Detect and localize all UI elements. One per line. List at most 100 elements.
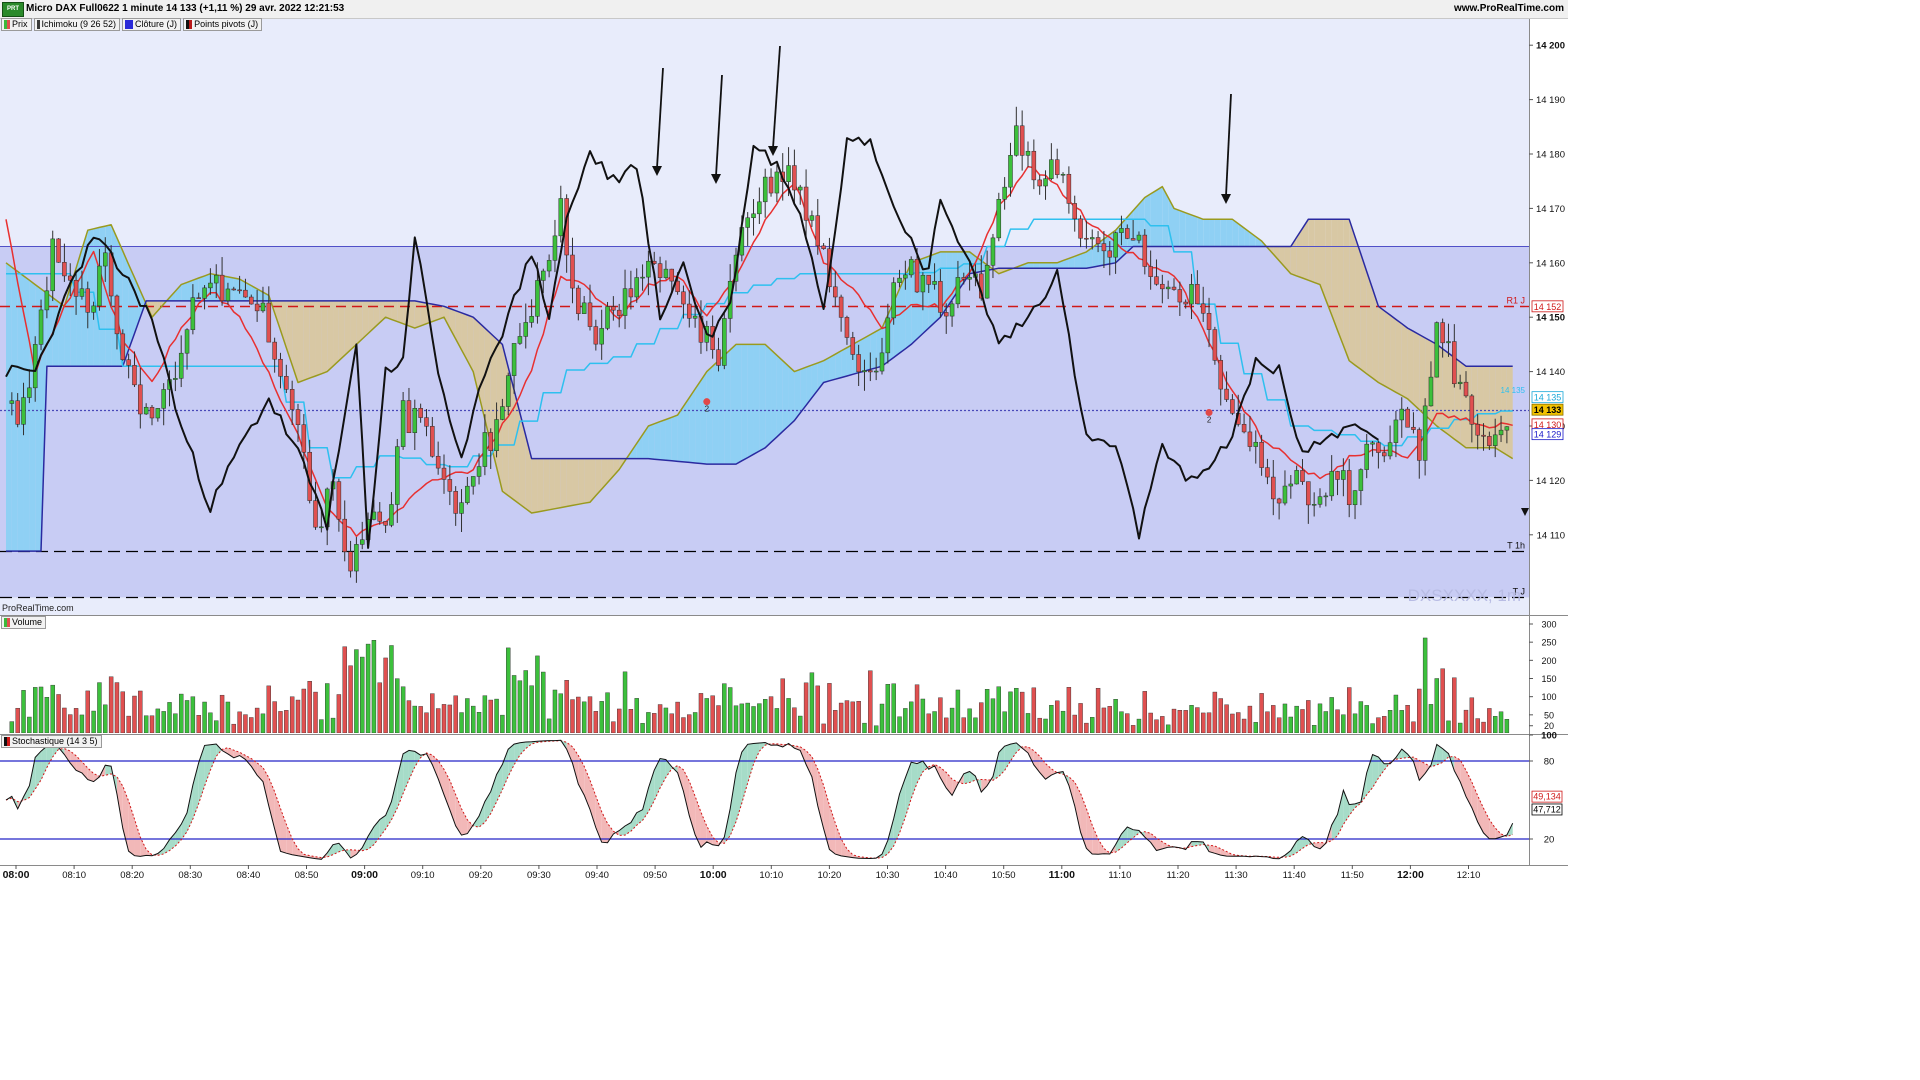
volume-bar bbox=[225, 701, 231, 733]
bull-candle bbox=[213, 274, 219, 284]
volume-bar bbox=[774, 708, 780, 733]
bear-candle bbox=[1405, 408, 1410, 428]
bear-candle bbox=[266, 302, 272, 343]
bull-candle bbox=[1317, 496, 1323, 505]
volume-bar bbox=[996, 686, 1001, 733]
stoch-fill bbox=[590, 780, 596, 828]
cloud-segment bbox=[1197, 217, 1204, 247]
stoch-fill bbox=[385, 801, 392, 830]
volume-bar bbox=[214, 720, 219, 733]
time-tick-label: 08:30 bbox=[178, 870, 202, 881]
bear-candle bbox=[1335, 471, 1340, 480]
bull-candle bbox=[1025, 150, 1031, 156]
volume-bar bbox=[1481, 721, 1486, 733]
volume-bar bbox=[354, 649, 359, 733]
legend-points-pivots[interactable]: Points pivots (J) bbox=[183, 18, 263, 31]
stoch-fill bbox=[204, 744, 211, 787]
brand-link[interactable]: www.ProRealTime.com bbox=[1454, 3, 1564, 14]
volume-bar bbox=[821, 723, 826, 733]
cloud-segment bbox=[835, 350, 842, 380]
bull-candle bbox=[400, 400, 406, 447]
bear-candle bbox=[1381, 452, 1387, 457]
volume-bar bbox=[1195, 707, 1200, 733]
bear-candle bbox=[844, 317, 850, 338]
bull-candle bbox=[1136, 234, 1142, 241]
stoch-fill bbox=[601, 811, 608, 843]
time-tick-label: 08:40 bbox=[237, 870, 261, 881]
cloud-segment bbox=[1442, 348, 1449, 435]
bull-candle bbox=[1113, 232, 1118, 258]
volume-bar bbox=[757, 703, 762, 733]
stoch-value-marker: 49,134 bbox=[1531, 790, 1563, 803]
legend-ichimoku[interactable]: Ichimoku (9 26 52) bbox=[33, 18, 121, 31]
cloud-segment bbox=[29, 280, 36, 552]
cloud-segment bbox=[1185, 212, 1192, 247]
volume-bar bbox=[1060, 710, 1066, 733]
bear-candle bbox=[73, 280, 79, 297]
bull-candle bbox=[155, 408, 161, 419]
cloud-segment bbox=[823, 357, 830, 383]
stoch-fill bbox=[893, 794, 900, 846]
volume-tick-label: 250 bbox=[1541, 638, 1556, 648]
volume-bar bbox=[1107, 706, 1112, 733]
volume-bar bbox=[1224, 704, 1229, 733]
bull-candle bbox=[97, 265, 102, 307]
cloud-segment bbox=[1355, 236, 1361, 370]
cloud-segment bbox=[654, 421, 661, 460]
cloud-segment bbox=[408, 300, 415, 329]
stoch-fill bbox=[917, 761, 923, 784]
watermark: DXSXXXX, 1m bbox=[1408, 586, 1521, 605]
volume-bar bbox=[1049, 705, 1054, 733]
volume-bar bbox=[1148, 712, 1153, 733]
volume-bar bbox=[1125, 713, 1130, 733]
bull-candle bbox=[27, 387, 32, 398]
cloud-segment bbox=[1220, 219, 1227, 247]
bear-candle bbox=[681, 291, 686, 305]
cloud-segment bbox=[700, 371, 707, 465]
cloud-segment bbox=[1045, 262, 1052, 269]
cloud-segment bbox=[572, 458, 579, 506]
bull-candle bbox=[1370, 442, 1375, 445]
bear-candle bbox=[441, 467, 447, 480]
bull-candle bbox=[622, 288, 628, 316]
volume-bar bbox=[1311, 725, 1317, 733]
bull-candle bbox=[1329, 471, 1334, 497]
volume-panel-label[interactable]: Volume bbox=[1, 616, 47, 629]
volume-bar bbox=[1329, 697, 1334, 733]
cloud-segment bbox=[1203, 219, 1210, 247]
volume-bar bbox=[1130, 725, 1136, 733]
volume-bar bbox=[780, 678, 785, 733]
svg-text:2: 2 bbox=[1207, 416, 1212, 425]
legend-cloture[interactable]: Clôture (J) bbox=[122, 18, 182, 31]
cloud-segment bbox=[1028, 262, 1034, 269]
volume-bar bbox=[984, 689, 990, 733]
volume-bar bbox=[21, 690, 26, 733]
cloud-segment bbox=[660, 419, 666, 461]
volume-bar bbox=[38, 686, 44, 733]
bear-candle bbox=[1148, 266, 1153, 277]
bull-candle bbox=[967, 277, 972, 280]
bull-candle bbox=[1282, 485, 1288, 504]
volume-bar bbox=[570, 699, 575, 733]
volume-bar bbox=[389, 645, 394, 733]
stoch-panel-label[interactable]: Stochastique (14 3 5) bbox=[1, 735, 102, 748]
cloud-segment bbox=[1337, 219, 1344, 346]
stoch-fill bbox=[806, 750, 812, 777]
stoch-fill bbox=[408, 750, 415, 780]
legend-prix[interactable]: Prix bbox=[1, 18, 32, 31]
bull-candle bbox=[774, 171, 780, 194]
volume-bar bbox=[1078, 703, 1083, 733]
time-tick-label: 09:20 bbox=[469, 870, 493, 881]
volume-bar bbox=[231, 723, 236, 733]
stoch-value-marker: 47,712 bbox=[1531, 803, 1563, 816]
bear-candle bbox=[1125, 228, 1130, 239]
bear-candle bbox=[587, 302, 593, 327]
price-tick-label: 14 190 bbox=[1536, 95, 1565, 106]
volume-bar bbox=[541, 671, 546, 733]
bear-candle bbox=[611, 306, 616, 311]
volume-bar bbox=[1446, 720, 1451, 733]
volume-bar bbox=[1382, 716, 1387, 733]
bear-candle bbox=[447, 479, 453, 492]
bear-candle bbox=[1346, 470, 1352, 506]
cloud-segment bbox=[584, 458, 590, 504]
